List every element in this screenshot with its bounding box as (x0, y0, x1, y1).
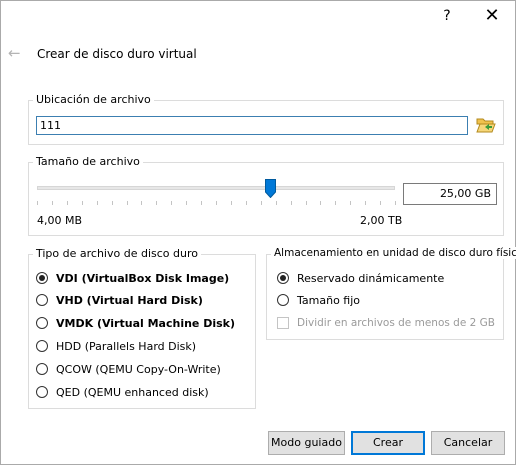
storage-label: Almacenamiento en unidad de disco duro f… (271, 247, 516, 259)
checkbox-icon (277, 317, 289, 329)
help-button[interactable]: ? (432, 3, 462, 29)
folder-open-icon[interactable] (476, 116, 496, 134)
slider-tick (216, 201, 217, 205)
slider-tick (52, 201, 53, 205)
slider-tick (141, 201, 142, 205)
slider-tick (306, 201, 307, 205)
storage-fixed-label: Tamaño fijo (297, 293, 361, 307)
file-type-label: Tipo de archivo de disco duro (33, 247, 201, 260)
storage-dynamic-option[interactable]: Reservado dinámicamente (277, 269, 444, 287)
radio-unchecked-icon (36, 363, 48, 375)
file-size-slider-track[interactable] (37, 186, 395, 190)
back-arrow-icon[interactable]: ← (8, 44, 21, 62)
slider-tick (156, 201, 157, 205)
cancel-button[interactable]: Cancelar (431, 431, 505, 455)
file-type-option-label: VDI (VirtualBox Disk Image) (56, 271, 230, 285)
slider-tick (380, 201, 381, 205)
file-type-option[interactable]: QED (QEMU enhanced disk) (36, 383, 209, 401)
radio-unchecked-icon (36, 386, 48, 398)
slider-tick (350, 201, 351, 205)
file-type-option-label: QCOW (QEMU Copy-On-Write) (56, 362, 221, 376)
create-button[interactable]: Crear (351, 431, 425, 455)
storage-dynamic-label: Reservado dinámicamente (297, 271, 445, 285)
size-min-label: 4,00 MB (37, 214, 83, 227)
file-size-slider-thumb[interactable] (265, 179, 276, 198)
file-type-option-label: VHD (Virtual Hard Disk) (56, 293, 203, 307)
slider-tick (112, 201, 113, 205)
close-button[interactable]: ✕ (477, 3, 507, 29)
radio-checked-icon (36, 272, 48, 284)
file-type-option[interactable]: HDD (Parallels Hard Disk) (36, 337, 196, 355)
slider-tick (67, 201, 68, 205)
slider-tick (82, 201, 83, 205)
split-files-label: Dividir en archivos de menos de 2 GB (297, 317, 495, 329)
slider-tick (320, 201, 321, 205)
file-location-input[interactable]: 111 (36, 116, 468, 135)
radio-unchecked-icon (36, 294, 48, 306)
slider-tick (261, 201, 262, 205)
slider-tick (291, 201, 292, 205)
guided-mode-button[interactable]: Modo guiado (268, 431, 345, 455)
file-type-option[interactable]: VDI (VirtualBox Disk Image) (36, 269, 229, 287)
slider-tick (201, 201, 202, 205)
file-type-option-label: VMDK (Virtual Machine Disk) (56, 316, 236, 330)
file-type-option-label: HDD (Parallels Hard Disk) (56, 339, 197, 353)
slider-tick (395, 201, 396, 205)
slider-tick (365, 201, 366, 205)
dialog-title: Crear de disco duro virtual (37, 47, 197, 61)
slider-tick (276, 201, 277, 205)
radio-unchecked-icon (36, 340, 48, 352)
radio-unchecked-icon (36, 317, 48, 329)
file-size-input[interactable]: 25,00 GB (403, 183, 497, 205)
slider-tick (231, 201, 232, 205)
file-type-option[interactable]: VHD (Virtual Hard Disk) (36, 291, 203, 309)
slider-tick (37, 201, 38, 205)
slider-tick (97, 201, 98, 205)
slider-tick (246, 201, 247, 205)
file-location-label: Ubicación de archivo (33, 93, 154, 106)
file-type-option[interactable]: VMDK (Virtual Machine Disk) (36, 314, 235, 332)
split-files-option[interactable]: Dividir en archivos de menos de 2 GB (277, 314, 495, 332)
radio-unchecked-icon (277, 294, 289, 306)
slider-tick (335, 201, 336, 205)
file-type-option[interactable]: QCOW (QEMU Copy-On-Write) (36, 360, 221, 378)
slider-tick (171, 201, 172, 205)
slider-tick (127, 201, 128, 205)
file-size-label: Tamaño de archivo (33, 155, 143, 168)
radio-checked-icon (277, 272, 289, 284)
slider-tick (186, 201, 187, 205)
storage-fixed-option[interactable]: Tamaño fijo (277, 291, 360, 309)
size-max-label: 2,00 TB (360, 214, 403, 227)
file-type-option-label: QED (QEMU enhanced disk) (56, 385, 209, 399)
